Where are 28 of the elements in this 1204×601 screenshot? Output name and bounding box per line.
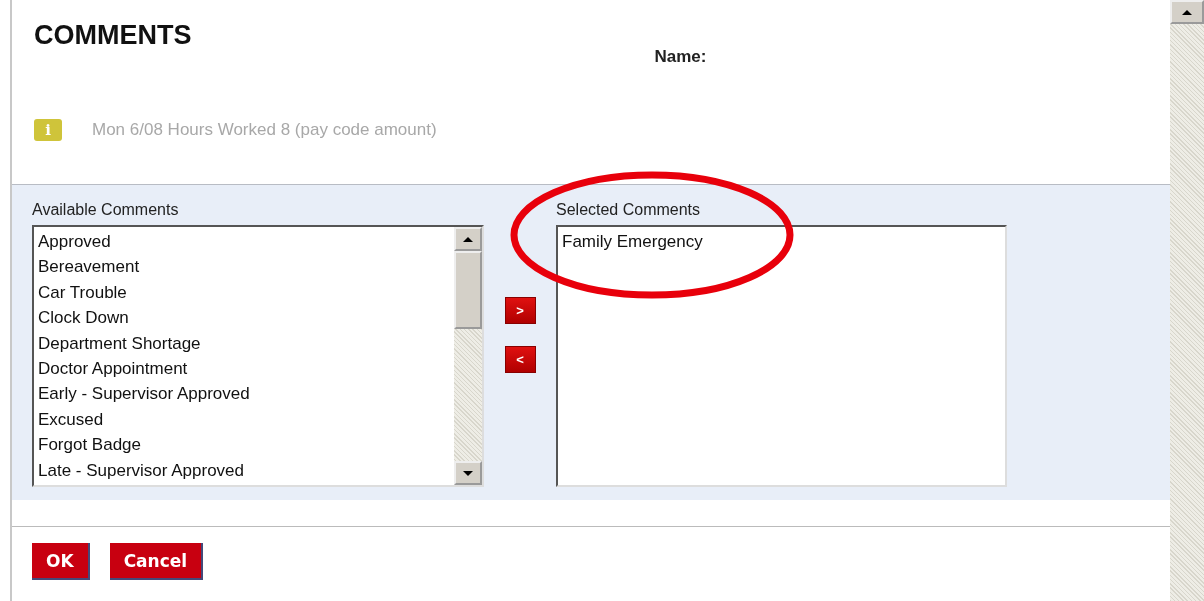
list-item[interactable]: Approved [38,229,450,255]
list-item[interactable]: Excused [38,406,450,433]
scroll-up-icon [462,235,474,243]
list-item[interactable]: Bereavement [38,254,450,280]
list-item[interactable]: Forgot Badge [38,432,450,458]
list-item[interactable]: Department Shortage [38,330,450,357]
info-icon: i [34,119,62,141]
list-label: Selected Comments [556,201,702,219]
name-label: Name: [654,47,707,67]
list-item[interactable]: Clock Down [38,305,450,331]
ok-button[interactable]: OK [32,543,90,580]
list-item[interactable]: Doctor Appointment [38,356,450,382]
scroll-up-icon [1181,8,1193,16]
list-item[interactable]: Early - Supervisor Approved [38,381,450,407]
page-title: COMMENTS [34,20,192,51]
selected-list[interactable]: Family Emergency [556,225,1007,487]
list-item[interactable]: Family Emergency [562,229,1001,255]
page-scrollbar[interactable] [1170,0,1204,601]
list-item[interactable]: Car Trouble [38,279,450,306]
add-button[interactable]: > [504,297,536,324]
list-item[interactable]: Late - Supervisor Approved [38,457,450,484]
scrollbar[interactable] [454,227,482,485]
available-list[interactable]: Approved Bereavement Car Trouble Clock Down Department Shortage Doctor Appointment Early - Supervisor Approved Excused Forgot Badge Late - Supervisor Approved [32,225,484,487]
remove-button[interactable]: < [504,346,536,373]
list-label: Available Comments [32,201,180,219]
scroll-down-icon [462,469,474,477]
info-text: Mon 6/08 Hours Worked 8 (pay code amount) [92,120,437,140]
cancel-button[interactable]: Cancel [109,543,204,580]
